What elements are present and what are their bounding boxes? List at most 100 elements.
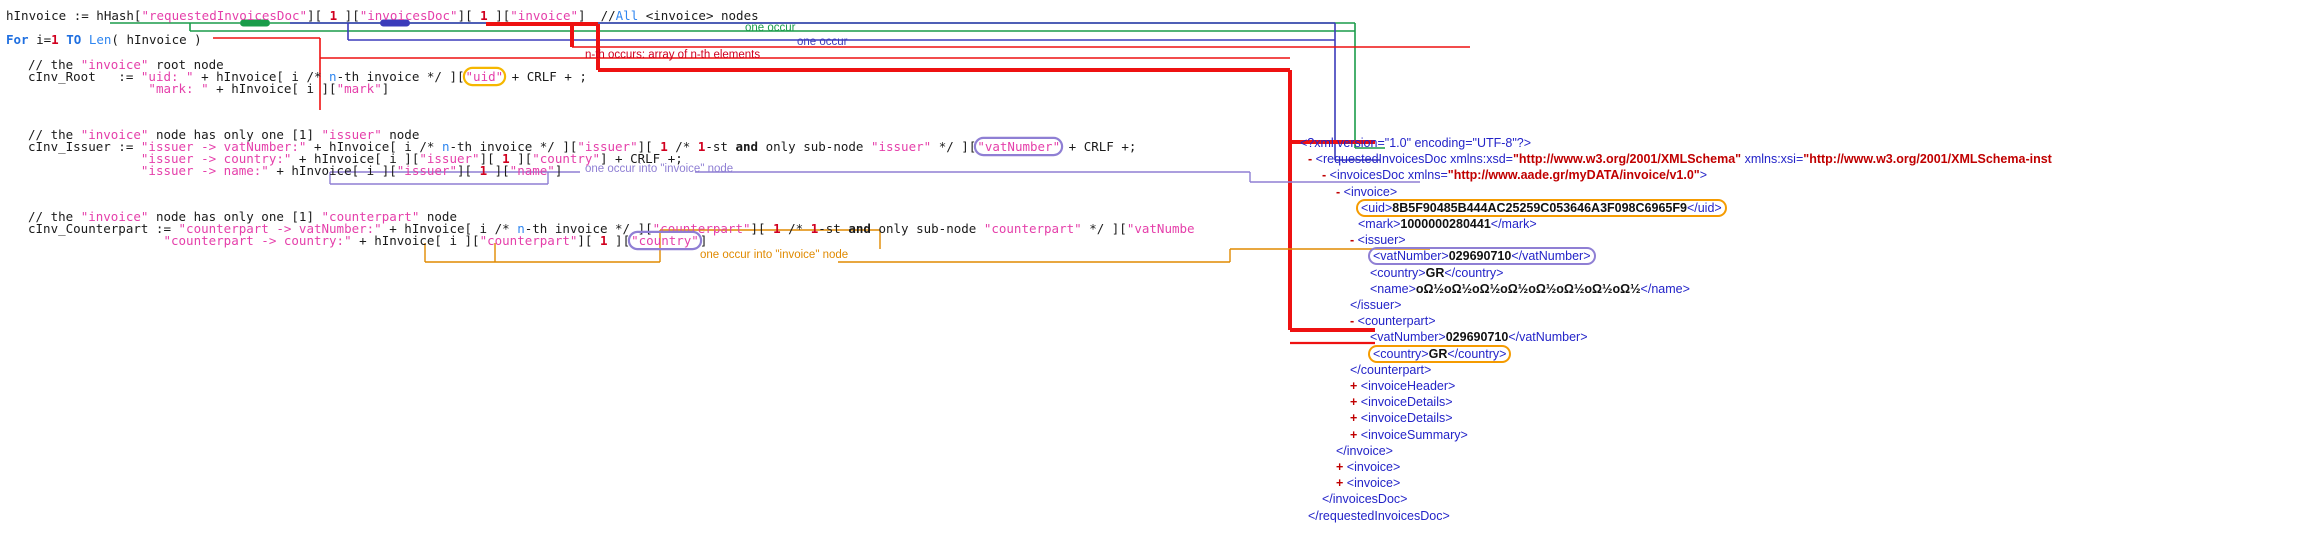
code-token	[81, 32, 89, 47]
code-token: "counterpart -> country:"	[163, 233, 351, 248]
code-token: ]	[382, 81, 390, 96]
code-token: Len	[89, 32, 112, 47]
expand-icon[interactable]: +	[1336, 476, 1343, 490]
expand-icon[interactable]: +	[1350, 428, 1357, 442]
expand-icon[interactable]: +	[1336, 460, 1343, 474]
expand-icon[interactable]: +	[1350, 411, 1357, 425]
xml-row-content: <invoice>	[1347, 476, 1401, 490]
code-line: For i=1 TO Len( hInvoice )	[6, 32, 202, 47]
xml-token: </counterpart>	[1350, 363, 1431, 377]
code-token: ]	[578, 8, 601, 23]
xml-tree-row: + <invoiceDetails>	[1300, 410, 2052, 426]
code-token: ][	[442, 69, 465, 84]
code-token: "issuer"	[397, 163, 457, 178]
collapse-icon[interactable]: -	[1308, 152, 1312, 166]
xml-token: </issuer>	[1350, 298, 1401, 312]
code-line: "issuer -> name:" + hInvoice[ i ]["issue…	[28, 163, 562, 178]
collapse-icon[interactable]: -	[1350, 314, 1354, 328]
xml-tree-row: </issuer>	[1300, 297, 2052, 313]
code-token: <invoice> nodes	[638, 8, 758, 23]
xml-row-content: <country>GR</country>	[1370, 266, 1503, 280]
code-token: "issuer -> name:"	[141, 163, 269, 178]
code-token: 1	[480, 163, 488, 178]
xml-tree-row: + <invoiceSummary>	[1300, 427, 2052, 443]
xml-token: <invoice>	[1347, 460, 1401, 474]
xml-tree-row: </counterpart>	[1300, 362, 2052, 378]
code-token: 1	[480, 8, 488, 23]
collapse-icon[interactable]: -	[1350, 233, 1354, 247]
code-token: ][	[457, 163, 480, 178]
code-token: ][	[488, 8, 511, 23]
code-token: "requestedInvoicesDoc"	[141, 8, 307, 23]
code-token: ][	[487, 163, 510, 178]
xml-token: "http://www.aade.gr/myDATA/invoice/v1.0"	[1448, 168, 1700, 182]
xml-tree-row: + <invoiceHeader>	[1300, 378, 2052, 394]
xml-token: <requestedInvoicesDoc xmlns:xsd=	[1316, 152, 1513, 166]
xml-token: <name>	[1370, 282, 1416, 296]
xml-token: "http://www.w3.org/2001/XMLSchema-inst	[1803, 152, 2052, 166]
xml-row-content: </invoice>	[1336, 444, 1393, 458]
xml-tree-row: <uid>8B5F90485B444AC25259C053646A3F098C6…	[1300, 200, 2052, 216]
code-token: hInvoice := hHash[	[6, 8, 141, 23]
xml-token: >	[1700, 168, 1707, 182]
xml-tree-row: + <invoiceDetails>	[1300, 394, 2052, 410]
xml-row-content: <invoiceDetails>	[1361, 395, 1453, 409]
xml-tree-pane: <?xml version="1.0" encoding="UTF-8"?>- …	[1300, 135, 2052, 524]
xml-row-content: </invoicesDoc>	[1322, 492, 1407, 506]
xml-token: <invoice>	[1347, 476, 1401, 490]
xml-token: <invoiceDetails>	[1361, 411, 1453, 425]
xml-token: "http://www.w3.org/2001/XMLSchema"	[1513, 152, 1741, 166]
code-token: only sub-node	[871, 221, 984, 236]
xml-token: </uid>	[1687, 201, 1722, 215]
code-token: "counterpart"	[480, 233, 578, 248]
xml-token: 8B5F90485B444AC25259C053646A3F098C6965F9	[1392, 201, 1687, 215]
xml-highlight-purple: <vatNumber>029690710</vatNumber>	[1370, 249, 1594, 263]
xml-tree-row: </requestedInvoicesDoc>	[1300, 508, 2052, 524]
xml-row-content: <invoiceHeader>	[1361, 379, 1456, 393]
code-token: 1	[51, 32, 59, 47]
expand-icon[interactable]: +	[1350, 379, 1357, 393]
code-token	[28, 233, 163, 248]
annotation-one-occur-2: one occur	[797, 36, 848, 48]
xml-token: <invoice>	[1344, 185, 1398, 199]
code-line: "counterpart -> country:" + hInvoice[ i …	[28, 233, 707, 248]
code-token: "counterpart"	[984, 221, 1082, 236]
xml-token: <counterpart>	[1358, 314, 1436, 328]
xml-token: <mark>	[1358, 217, 1400, 231]
xml-tree-row: </invoicesDoc>	[1300, 491, 2052, 507]
xml-token: GR	[1429, 347, 1448, 361]
code-token	[28, 81, 148, 96]
code-token: ]	[700, 233, 708, 248]
code-token: */	[931, 139, 954, 154]
xml-row-content: </requestedInvoicesDoc>	[1308, 509, 1450, 523]
xml-tree-row: - <issuer>	[1300, 232, 2052, 248]
xml-token: <invoicesDoc xmlns=	[1330, 168, 1448, 182]
xml-token: <invoiceHeader>	[1361, 379, 1456, 393]
annotation-nth-occurs: n-th occurs: array of n-th elements	[585, 49, 760, 61]
code-token: */	[1082, 221, 1105, 236]
code-token: i=	[29, 32, 52, 47]
code-token: ][	[458, 8, 481, 23]
code-token: "invoice"	[510, 8, 578, 23]
xml-token: οΩ½οΩ½οΩ½οΩ½οΩ½οΩ½οΩ½οΩ½	[1416, 282, 1641, 296]
code-line: hInvoice := hHash["requestedInvoicesDoc"…	[6, 8, 759, 23]
collapse-icon[interactable]: -	[1336, 185, 1340, 199]
xml-token: <invoiceSummary>	[1361, 428, 1468, 442]
xml-tree-row: - <requestedInvoicesDoc xmlns:xsd="http:…	[1300, 151, 2052, 167]
xml-token: </vatNumber>	[1508, 330, 1587, 344]
code-token: -st	[705, 139, 735, 154]
xml-tree-row: + <invoice>	[1300, 459, 2052, 475]
code-token: "mark"	[337, 81, 382, 96]
code-token: ][	[577, 233, 600, 248]
code-token: + CRLF +;	[1061, 139, 1136, 154]
xml-token: <issuer>	[1358, 233, 1406, 247]
xml-token: <country>	[1373, 347, 1429, 361]
collapse-icon[interactable]: -	[1322, 168, 1326, 182]
expand-icon[interactable]: +	[1350, 395, 1357, 409]
xml-token: xmlns:xsi=	[1741, 152, 1803, 166]
xml-token: </country>	[1444, 266, 1503, 280]
xml-tree-row: <vatNumber>029690710</vatNumber>	[1300, 329, 2052, 345]
xml-highlight-orange: <uid>8B5F90485B444AC25259C053646A3F098C6…	[1358, 201, 1725, 215]
code-token: 1	[773, 221, 781, 236]
xml-row-content: <invoice>	[1344, 185, 1398, 199]
